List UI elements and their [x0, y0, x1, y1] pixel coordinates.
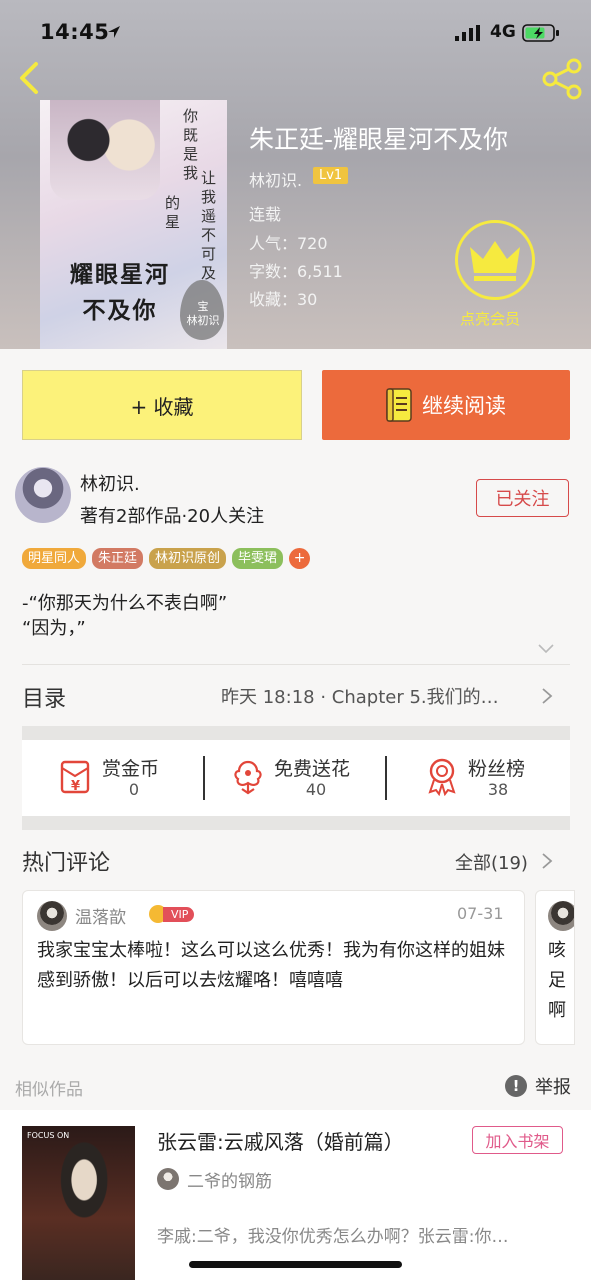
- comment-text: 咳足啊: [548, 940, 566, 1021]
- stat-value: 38: [487, 780, 509, 799]
- add-to-shelf-button[interactable]: 加入书架: [472, 1126, 563, 1154]
- book-intro: -“你那天为什么不表白啊” “因为，”: [22, 591, 227, 641]
- comment-card[interactable]: 温落歆 VIP 07-31 我家宝宝太棒啦！这么可以这么优秀！我为有你这样的姐妹…: [22, 890, 525, 1045]
- book-word-count: 字数：6,511: [249, 262, 343, 281]
- report-label: 举报: [535, 1077, 571, 1098]
- send-flower-button[interactable]: 免费送花 40: [230, 740, 380, 816]
- tag-more-button[interactable]: +: [289, 548, 311, 569]
- stat-separator: [385, 756, 387, 800]
- author-level-badge: Lv1: [313, 167, 349, 184]
- book-icon: [386, 388, 412, 422]
- vip-label[interactable]: 点亮会员: [460, 308, 520, 329]
- book-status: 连载: [249, 205, 282, 224]
- cover-title-line1: 耀眼星河: [70, 261, 170, 288]
- cover-vertical-text-2: 让我遥不可及: [199, 170, 217, 284]
- book-header: 14:45 4G 你既是我 让我遥不可及 的星 耀眼星河 不及你 宝 林初识 朱…: [0, 0, 591, 349]
- intro-line: -“你那天为什么不表白啊”: [22, 593, 228, 614]
- book-popularity: 人气：720: [249, 234, 328, 253]
- stat-label: 免费送花: [274, 758, 351, 780]
- book-favorites: 收藏：30: [249, 290, 318, 309]
- similar-book-cover[interactable]: FOCUS ON: [22, 1126, 135, 1280]
- stat-separator: [203, 756, 205, 800]
- chevron-right-icon[interactable]: [541, 852, 553, 870]
- medal-icon: [428, 758, 456, 796]
- tag-item[interactable]: 毕雯珺: [232, 548, 284, 569]
- tag-item[interactable]: 明星同人: [22, 548, 87, 569]
- follow-button[interactable]: 已关注: [476, 479, 569, 517]
- similar-book-author[interactable]: 二爷的钢筋: [187, 1167, 272, 1192]
- author-avatar[interactable]: [15, 467, 71, 523]
- comment-text: 我家宝宝太棒啦！这么可以这么优秀！我为有你这样的姐妹感到骄傲！以后可以去炫耀咯！…: [37, 940, 505, 991]
- coin-envelope-icon: ¥: [60, 760, 90, 794]
- cover-vertical-text-3: 的星: [163, 195, 181, 233]
- stat-value: 0: [128, 780, 140, 799]
- toc-label: 目录: [22, 687, 67, 712]
- report-button[interactable]: ! 举报: [505, 1073, 571, 1099]
- continue-reading-button[interactable]: 继续阅读: [322, 370, 570, 440]
- comment-date: 07-31: [457, 904, 504, 923]
- back-chevron-icon[interactable]: [12, 58, 46, 98]
- similar-book-item[interactable]: FOCUS ON 张云雷:云戚风落（婚前篇） 加入书架 二爷的钢筋 李戚:二爷，…: [0, 1110, 591, 1280]
- share-icon[interactable]: [540, 58, 584, 100]
- similar-book-desc: 李戚:二爷，我没你优秀怎么办啊？张云雷:你…: [157, 1227, 509, 1247]
- collect-button[interactable]: + 收藏: [22, 370, 302, 440]
- similar-works-label: 相似作品: [15, 1080, 83, 1100]
- cover-author-name: 林初识: [186, 314, 220, 327]
- stat-value: 40: [305, 780, 327, 799]
- section-band: [22, 816, 570, 830]
- commenter-avatar[interactable]: [548, 901, 574, 931]
- tag-item[interactable]: 朱正廷: [92, 548, 144, 569]
- section-band: [22, 726, 570, 740]
- tag-list: 明星同人 朱正廷 林初识原创 毕雯珺 +: [22, 548, 311, 569]
- intro-line: “因为，”: [22, 618, 86, 639]
- fan-ranking-button[interactable]: 粉丝榜 38: [424, 740, 564, 816]
- hot-comments-title: 热门评论: [22, 851, 111, 876]
- network-type: 4G: [490, 22, 516, 42]
- cellular-signal-icon: [455, 25, 480, 41]
- commenter-avatar[interactable]: [37, 901, 67, 931]
- vip-badge: VIP: [149, 905, 195, 923]
- status-bar: 14:45 4G: [0, 0, 591, 60]
- stat-label: 粉丝榜: [468, 758, 526, 780]
- stat-label: 赏金币: [102, 758, 160, 780]
- expand-chevron-icon[interactable]: [537, 642, 555, 654]
- commenter-name[interactable]: 温落歆: [75, 903, 126, 928]
- continue-reading-label: 继续阅读: [422, 394, 506, 418]
- reward-coin-button[interactable]: ¥ 赏金币 0: [58, 740, 198, 816]
- toc-latest-chapter: 昨天 18:18 · Chapter 5.我们的…: [221, 687, 499, 708]
- battery-charging-icon: [522, 24, 559, 42]
- all-comments-link[interactable]: 全部(19): [455, 849, 528, 875]
- status-time: 14:45: [40, 20, 110, 44]
- similar-book-title[interactable]: 张云雷:云戚风落（婚前篇）: [157, 1126, 404, 1155]
- svg-text:¥: ¥: [71, 779, 80, 794]
- crown-icon: [470, 241, 520, 281]
- author-works: 著有2部作品·20人关注: [80, 506, 265, 527]
- similar-cover-text: FOCUS ON: [27, 1131, 70, 1140]
- chevron-right-icon: [542, 688, 553, 704]
- book-title: 朱正廷-耀眼星河不及你: [249, 125, 509, 154]
- location-arrow-icon: [108, 26, 120, 38]
- cover-badge: 宝: [197, 300, 209, 313]
- vip-crown-button[interactable]: [455, 220, 535, 300]
- author-name[interactable]: 林初识.: [80, 470, 140, 496]
- similar-author-avatar: [157, 1168, 179, 1190]
- book-author[interactable]: 林初识.: [249, 167, 302, 191]
- flower-icon: [234, 760, 262, 795]
- tag-item[interactable]: 林初识原创: [149, 548, 227, 569]
- vip-tag: VIP: [163, 906, 195, 922]
- home-indicator[interactable]: [189, 1261, 402, 1268]
- table-of-contents-row[interactable]: 目录 昨天 18:18 · Chapter 5.我们的…: [0, 665, 591, 725]
- cover-title-area: 耀眼星河 不及你: [50, 258, 190, 336]
- cover-title-line2: 不及你: [82, 297, 158, 324]
- cover-illustration: [50, 100, 160, 200]
- book-cover[interactable]: 你既是我 让我遥不可及 的星 耀眼星河 不及你 宝 林初识: [40, 100, 227, 349]
- stats-bar: ¥ 赏金币 0 免费送花 40 粉丝榜 38: [22, 740, 570, 816]
- warning-icon: !: [505, 1075, 527, 1097]
- cover-author-text: 宝 林初识: [186, 300, 220, 328]
- comment-card-partial[interactable]: 咳足啊: [535, 890, 575, 1045]
